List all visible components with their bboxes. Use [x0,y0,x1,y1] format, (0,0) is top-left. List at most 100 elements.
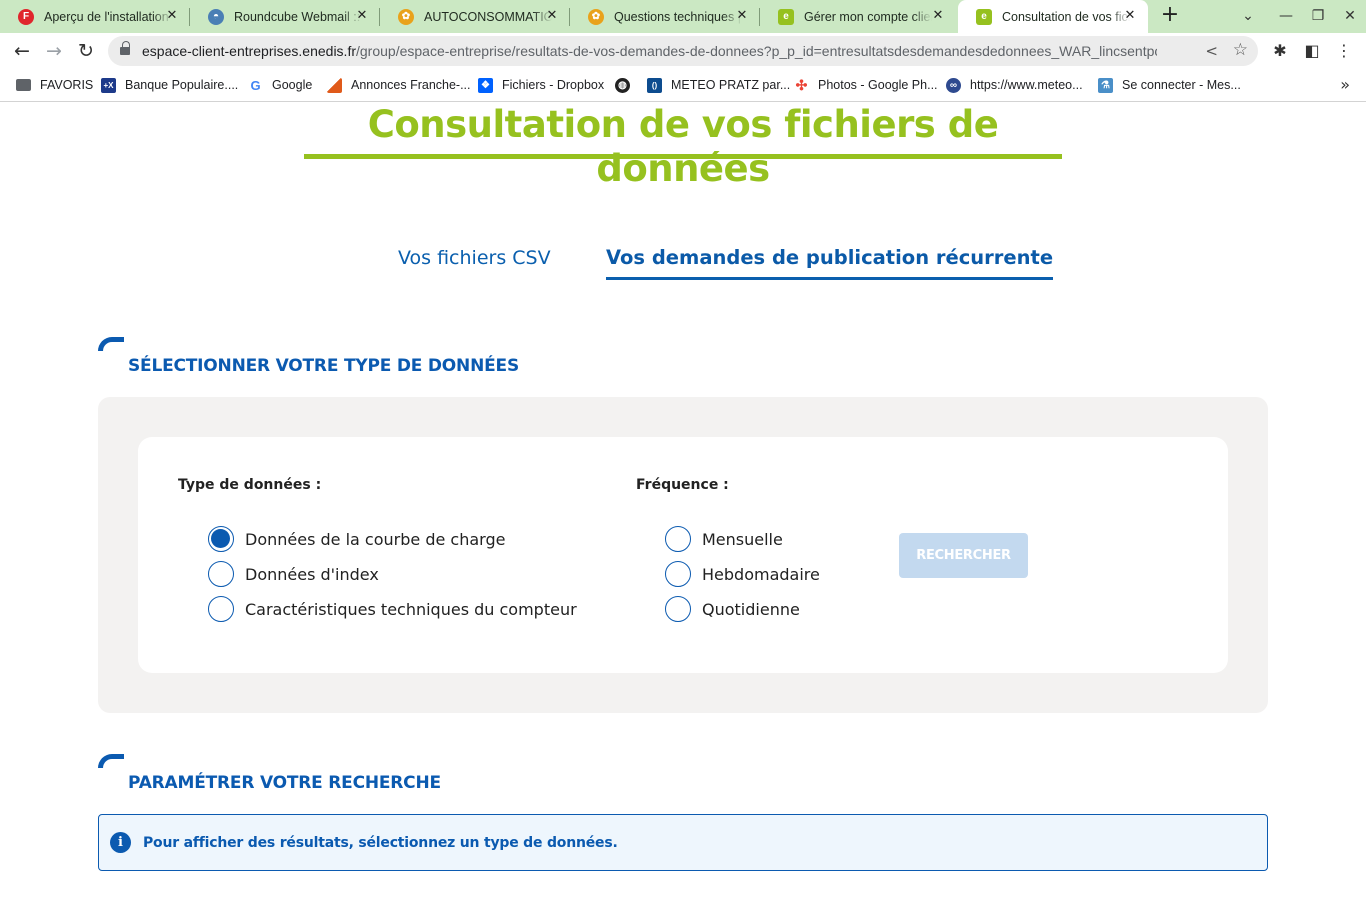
section-title-data-type: SÉLECTIONNER VOTRE TYPE DE DONNÉES [128,356,519,376]
close-window-button[interactable]: ✕ [1340,6,1360,26]
radio-load-curve[interactable]: Données de la courbe de charge [208,526,505,552]
browser-tab[interactable]: e Gérer mon compte client ✕ [760,0,956,33]
fire-logo-icon: F [18,8,34,25]
title-underline [304,154,1062,159]
tab-title: AUTOCONSOMMATION [424,9,552,24]
radio-label: Données d'index [245,564,379,584]
close-tab-icon[interactable]: ✕ [164,8,180,24]
address-bar[interactable]: espace-client-entreprises.enedis.fr/grou… [108,36,1258,66]
tab-title: Questions techniques | [614,9,741,24]
radio-button[interactable] [208,561,234,587]
banque-populaire-icon: +X [101,77,116,93]
meteo-icon: () [647,77,662,93]
data-type-form: Type de données : Données de la courbe d… [138,437,1228,673]
bookmark-item[interactable]: Annonces Franche-... [327,76,471,94]
url-text[interactable]: espace-client-entreprises.enedis.fr/grou… [142,43,1157,59]
browser-tab-active[interactable]: e Consultation de vos fichiers ✕ [958,0,1148,33]
enedis-icon: e [976,8,992,25]
enedis-icon: e [778,8,794,25]
bookmark-item[interactable]: ❖ Fichiers - Dropbox [478,76,604,94]
bookmark-label: Photos - Google Ph... [818,78,938,92]
tab-search-button[interactable]: ⌄ [1238,6,1258,26]
reload-button[interactable]: ↻ [74,39,98,63]
radio-index-data[interactable]: Données d'index [208,561,379,587]
meteo-site-icon: ∞ [946,77,961,93]
share-icon[interactable]: < [1205,42,1218,60]
close-tab-icon[interactable]: ✕ [930,8,946,24]
section-decoration [98,337,124,351]
tab-title: Roundcube Webmail :: I [234,9,362,24]
radio-button[interactable] [665,561,691,587]
bookmark-label: FAVORIS [40,78,94,92]
radio-label: Données de la courbe de charge [245,529,506,549]
close-tab-icon[interactable]: ✕ [354,8,370,24]
extensions-puzzle-icon[interactable]: ✱ [1269,40,1291,62]
bookmark-item[interactable]: +X Banque Populaire.... [101,76,238,94]
bookmarks-overflow-button[interactable]: » [1340,75,1350,94]
tab-recurring-requests[interactable]: Vos demandes de publication récurrente [606,243,1054,280]
url-path: /group/espace-entreprise/resultats-de-vo… [356,43,1157,59]
close-tab-icon[interactable]: ✕ [544,8,560,24]
google-photos-icon: ✣ [795,76,808,93]
google-icon: G [250,77,261,93]
search-button[interactable]: RECHERCHER [899,533,1028,578]
menu-kebab-icon[interactable]: ⋮ [1333,40,1355,62]
page-content: Consultation de vos fichiers de données … [0,103,1366,912]
radio-label: Mensuelle [702,529,783,549]
new-tab-button[interactable]: + [1158,4,1182,28]
section-title-search-params: PARAMÉTRER VOTRE RECHERCHE [128,773,441,793]
bookmark-item[interactable]: () METEO PRATZ par... [647,76,790,94]
browser-tab[interactable]: ✿ Questions techniques | ✕ [570,0,760,33]
side-panel-icon[interactable]: ◧ [1301,40,1323,62]
bookmark-label: https://www.meteo... [970,78,1083,92]
radio-button[interactable] [208,596,234,622]
radio-button[interactable] [665,526,691,552]
bookmark-star-icon[interactable]: ☆ [1233,40,1248,60]
close-tab-icon[interactable]: ✕ [1122,8,1138,24]
info-message: Pour afficher des résultats, sélectionne… [143,834,618,851]
bookmark-item[interactable]: ✣ Photos - Google Ph... [794,76,938,94]
dropbox-icon: ❖ [478,77,493,93]
browser-toolbar: ← → ↻ espace-client-entreprises.enedis.f… [0,33,1366,69]
frequency-label: Fréquence : [636,477,729,493]
forward-button[interactable]: → [42,39,66,63]
bookmark-label: Fichiers - Dropbox [502,78,605,92]
bookmark-item[interactable]: ⚗ Se connecter - Mes... [1098,76,1241,94]
radio-button-checked[interactable] [208,526,234,552]
back-button[interactable]: ← [10,39,34,63]
page-tabs: Vos fichiers CSV Vos demandes de publica… [0,243,1366,283]
radio-daily[interactable]: Quotidienne [665,596,800,622]
tab-csv-files[interactable]: Vos fichiers CSV [398,243,551,273]
tab-title: Gérer mon compte client [804,9,932,24]
radio-meter-specs[interactable]: Caractéristiques techniques du compteur [208,596,577,622]
url-host: espace-client-entreprises.enedis.fr [142,43,356,59]
roundcube-icon: ◓ [208,8,224,25]
bookmark-folder-favoris[interactable]: FAVORIS [16,76,93,94]
tab-title: Aperçu de l'installation [44,9,169,24]
close-tab-icon[interactable]: ✕ [734,8,750,24]
folder-icon [16,79,31,91]
info-icon: i [110,832,131,853]
info-message-box: i Pour afficher des résultats, sélection… [98,814,1268,871]
restore-button[interactable]: ❐ [1308,6,1328,26]
bookmark-item[interactable]: G Google [248,76,312,94]
lock-icon[interactable] [120,41,130,56]
page-title: Consultation de vos fichiers de données [367,103,999,190]
radio-monthly[interactable]: Mensuelle [665,526,783,552]
data-type-panel: Type de données : Données de la courbe d… [98,397,1268,713]
radio-label: Quotidienne [702,599,800,619]
browser-tab[interactable]: F Aperçu de l'installation ✕ [0,0,190,33]
radio-button[interactable] [665,596,691,622]
bookmark-item[interactable]: ∞ https://www.meteo... [946,76,1083,94]
bookmark-item[interactable]: ◍ [615,76,639,94]
minimize-button[interactable]: — [1276,6,1296,26]
browser-tab[interactable]: ◓ Roundcube Webmail :: I ✕ [190,0,380,33]
tab-title: Consultation de vos fichiers [1002,9,1130,24]
radio-weekly[interactable]: Hebdomadaire [665,561,820,587]
browser-tab[interactable]: ✿ AUTOCONSOMMATION ✕ [380,0,570,33]
globe-icon: ◍ [615,77,630,93]
community-icon: ✿ [398,8,414,25]
bookmark-label: Google [272,78,313,92]
radio-label: Hebdomadaire [702,564,820,584]
annonces-icon [327,77,342,93]
